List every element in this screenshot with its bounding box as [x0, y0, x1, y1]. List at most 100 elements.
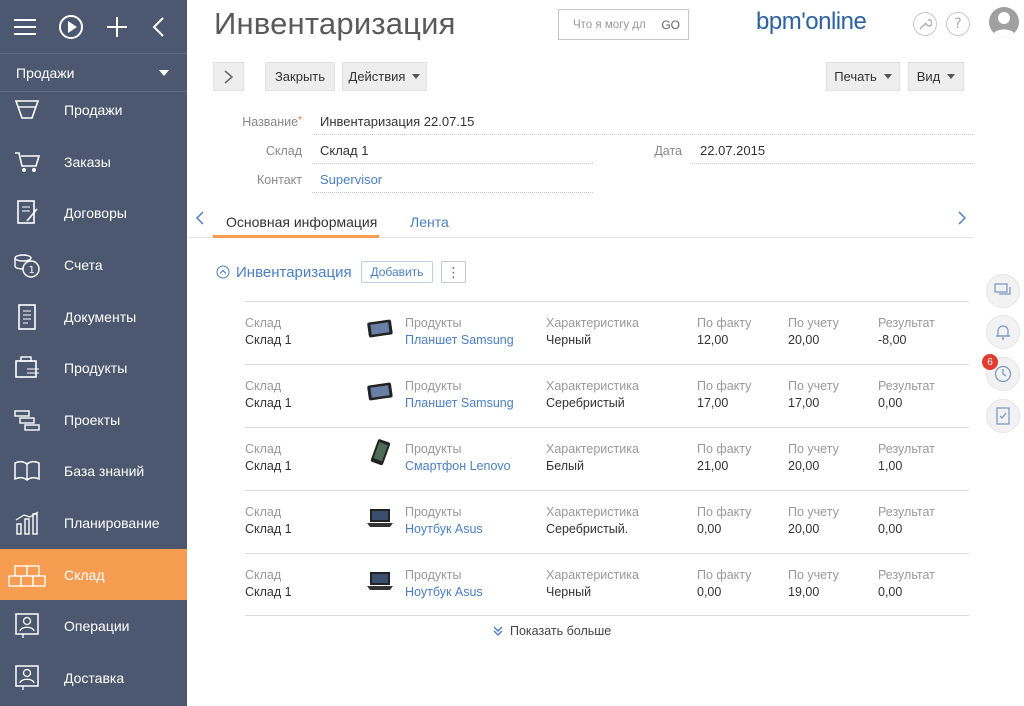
- cell-result: Результат 0,00: [878, 505, 935, 536]
- cell-product: Продукты Ноутбук Asus: [405, 505, 483, 536]
- add-button[interactable]: Добавить: [361, 261, 433, 283]
- column-caption: По учету: [788, 442, 839, 456]
- sidebar-item-warehouse[interactable]: Склад: [0, 548, 187, 601]
- table-row[interactable]: Склад Склад 1 Продукты Смартфон Lenovo Харак…: [245, 427, 969, 490]
- name-field[interactable]: Инвентаризация 22.07.15: [312, 111, 973, 135]
- chevron-down-icon: [947, 74, 956, 79]
- column-caption: Продукты: [405, 442, 462, 456]
- column-caption: По факту: [697, 379, 752, 393]
- sidebar-item-planning[interactable]: Планирование: [0, 497, 187, 549]
- plus-icon[interactable]: [106, 14, 128, 40]
- cell-warehouse: Склад Склад 1: [245, 505, 292, 536]
- sidebar-item-contracts[interactable]: Договоры: [0, 188, 187, 240]
- sidebar-nav: Продажи Заказы Договоры 1 Счета Документ…: [0, 86, 187, 704]
- warehouse-field[interactable]: Склад 1: [312, 140, 593, 164]
- cell-value-product[interactable]: Планшет Samsung: [405, 396, 514, 410]
- wrench-icon[interactable]: [913, 12, 937, 36]
- chevron-right-icon[interactable]: [958, 211, 967, 230]
- sidebar-item-label: Планирование: [64, 514, 160, 531]
- column-caption: По учету: [788, 316, 839, 330]
- close-button-label: Закрыть: [274, 69, 326, 84]
- help-icon[interactable]: ?: [946, 12, 970, 36]
- menu-icon[interactable]: [14, 14, 36, 40]
- laptop-image: [365, 507, 395, 529]
- contact-field[interactable]: Supervisor: [312, 169, 593, 193]
- cell-value-feature: Черный: [546, 585, 592, 599]
- print-button[interactable]: Печать: [826, 62, 900, 91]
- play-icon[interactable]: [58, 14, 84, 40]
- cell-feature: Характеристика Серебристый: [546, 379, 639, 410]
- cell-value-product[interactable]: Планшет Samsung: [405, 333, 514, 347]
- table-row[interactable]: Склад Склад 1 Продукты Ноутбук Asus Характер…: [245, 553, 969, 616]
- notifications-button[interactable]: [986, 315, 1020, 349]
- sidebar-item-label: Документы: [64, 308, 137, 325]
- cell-feature: Характеристика Белый: [546, 442, 639, 473]
- cell-value-result: 0,00: [878, 522, 903, 536]
- view-button-label: Вид: [916, 69, 941, 84]
- sidebar-item-operations[interactable]: Операции: [0, 600, 187, 652]
- actions-button-label: Действия: [348, 69, 406, 84]
- sidebar-item-delivery[interactable]: Доставка: [0, 652, 187, 704]
- sidebar-item-projects[interactable]: Проекты: [0, 394, 187, 446]
- sidebar-item-invoices[interactable]: 1 Счета: [0, 239, 187, 291]
- search-input[interactable]: Что я могу дл GO: [558, 9, 689, 40]
- search-go-button[interactable]: GO: [661, 18, 680, 32]
- active-tab-indicator: [213, 235, 379, 238]
- chat-button[interactable]: [986, 274, 1020, 308]
- column-caption: Характеристика: [546, 379, 639, 393]
- expand-panel-button[interactable]: [213, 62, 244, 91]
- sidebar-item-orders[interactable]: Заказы: [0, 136, 187, 188]
- cart-icon: [12, 147, 42, 177]
- collapse-circle-icon[interactable]: [216, 265, 230, 279]
- cell-warehouse: Склад Склад 1: [245, 568, 292, 599]
- cell-result: Результат 0,00: [878, 568, 935, 599]
- table-row[interactable]: Склад Склад 1 Продукты Планшет Samsung Харак…: [245, 301, 969, 364]
- tasks-button[interactable]: [986, 399, 1020, 433]
- actions-button[interactable]: Действия: [342, 62, 427, 91]
- cell-actual: По факту 0,00: [697, 568, 751, 599]
- bar-chart-icon: [12, 508, 42, 538]
- cell-accounting: По учету 17,00: [788, 379, 839, 410]
- sidebar-item-label: Заказы: [64, 153, 111, 170]
- person-card-icon: [12, 611, 42, 641]
- column-caption: Продукты: [405, 316, 462, 330]
- sidebar-item-knowledge-base[interactable]: База знаний: [0, 446, 187, 498]
- person-card-icon: [12, 663, 42, 693]
- column-caption: Склад: [245, 316, 282, 330]
- svg-text:1: 1: [29, 265, 35, 276]
- cell-product: Продукты Ноутбук Asus: [405, 568, 483, 599]
- more-options-button[interactable]: ⋮: [441, 261, 466, 283]
- show-more-button[interactable]: Показать больше: [493, 624, 611, 638]
- close-button[interactable]: Закрыть: [265, 62, 335, 91]
- date-field[interactable]: 22.07.2015: [692, 140, 973, 164]
- cell-value-result: 1,00: [878, 459, 903, 473]
- collapse-chevron-icon[interactable]: [150, 14, 165, 40]
- avatar[interactable]: [989, 7, 1019, 37]
- detail-header[interactable]: Инвентаризация: [216, 260, 352, 284]
- tab-main-info[interactable]: Основная информация: [226, 214, 377, 230]
- cell-value-product[interactable]: Ноутбук Asus: [405, 522, 483, 536]
- table-row[interactable]: Склад Склад 1 Продукты Ноутбук Asus Характер…: [245, 490, 969, 553]
- column-caption: Результат: [878, 568, 935, 582]
- chat-icon: [994, 283, 1011, 295]
- chevron-left-icon[interactable]: [195, 211, 204, 230]
- cell-value-product[interactable]: Ноутбук Asus: [405, 585, 483, 599]
- view-button[interactable]: Вид: [908, 62, 964, 91]
- sidebar-item-documents[interactable]: Документы: [0, 291, 187, 343]
- sidebar-item-products[interactable]: Продукты: [0, 342, 187, 394]
- column-caption: Склад: [245, 568, 282, 582]
- sidebar-item-label: Склад: [64, 566, 105, 583]
- cell-value-actual: 17,00: [697, 396, 729, 410]
- sidebar-item-sales[interactable]: Продажи: [0, 84, 187, 136]
- cell-value-actual: 21,00: [697, 459, 729, 473]
- cell-value-product[interactable]: Смартфон Lenovo: [405, 459, 511, 473]
- bell-icon: [996, 325, 1010, 340]
- coins-icon: 1: [12, 250, 42, 280]
- cell-value-accounting: 20,00: [788, 522, 820, 536]
- required-marker: *: [298, 115, 302, 126]
- table-row[interactable]: Склад Склад 1 Продукты Планшет Samsung Харак…: [245, 364, 969, 427]
- tabs-bar: Основная информация Лента: [188, 205, 974, 238]
- tab-feed[interactable]: Лента: [410, 214, 449, 230]
- boxes-icon: [6, 560, 48, 590]
- cell-value-accounting: 17,00: [788, 396, 820, 410]
